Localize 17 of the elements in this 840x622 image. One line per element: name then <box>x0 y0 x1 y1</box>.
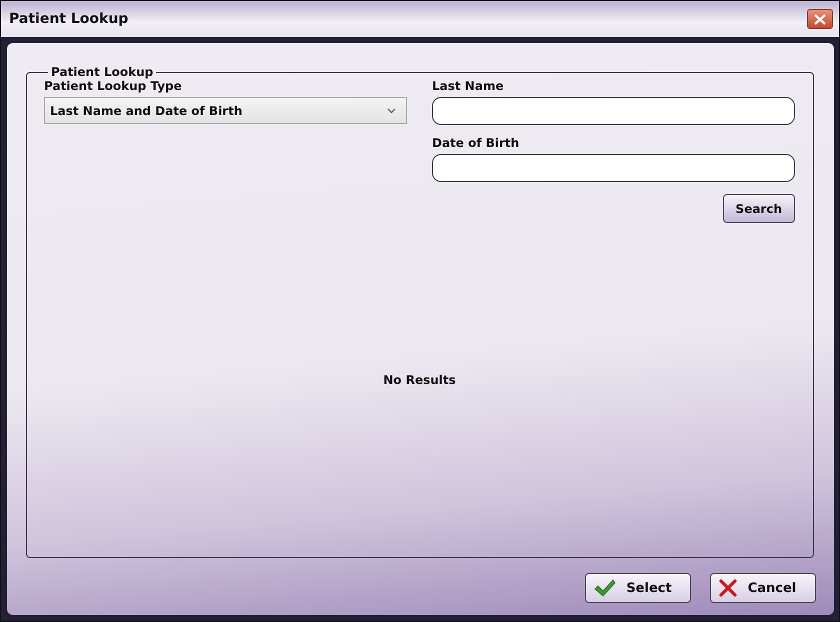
chevron-down-icon <box>387 108 396 114</box>
field-label: Date of Birth <box>432 136 520 150</box>
search-button[interactable]: Search <box>722 194 795 223</box>
cancel-button[interactable]: Cancel <box>710 573 816 603</box>
field-label: Last Name <box>432 79 505 93</box>
close-button[interactable] <box>807 9 833 29</box>
group-title: Patient Lookup <box>50 65 154 79</box>
close-icon <box>814 14 826 24</box>
field-label: Patient Lookup Type <box>44 79 183 93</box>
input-field[interactable] <box>432 97 795 125</box>
input-field[interactable] <box>432 154 795 182</box>
checkmark-icon <box>594 579 616 597</box>
lookup-type-dropdown[interactable]: Last Name and Date of Birth <box>44 97 407 124</box>
results-message: No Results <box>383 373 456 387</box>
window-title: Patient Lookup <box>9 11 128 27</box>
cross-icon <box>719 579 737 597</box>
select-button[interactable]: Select <box>585 573 691 603</box>
